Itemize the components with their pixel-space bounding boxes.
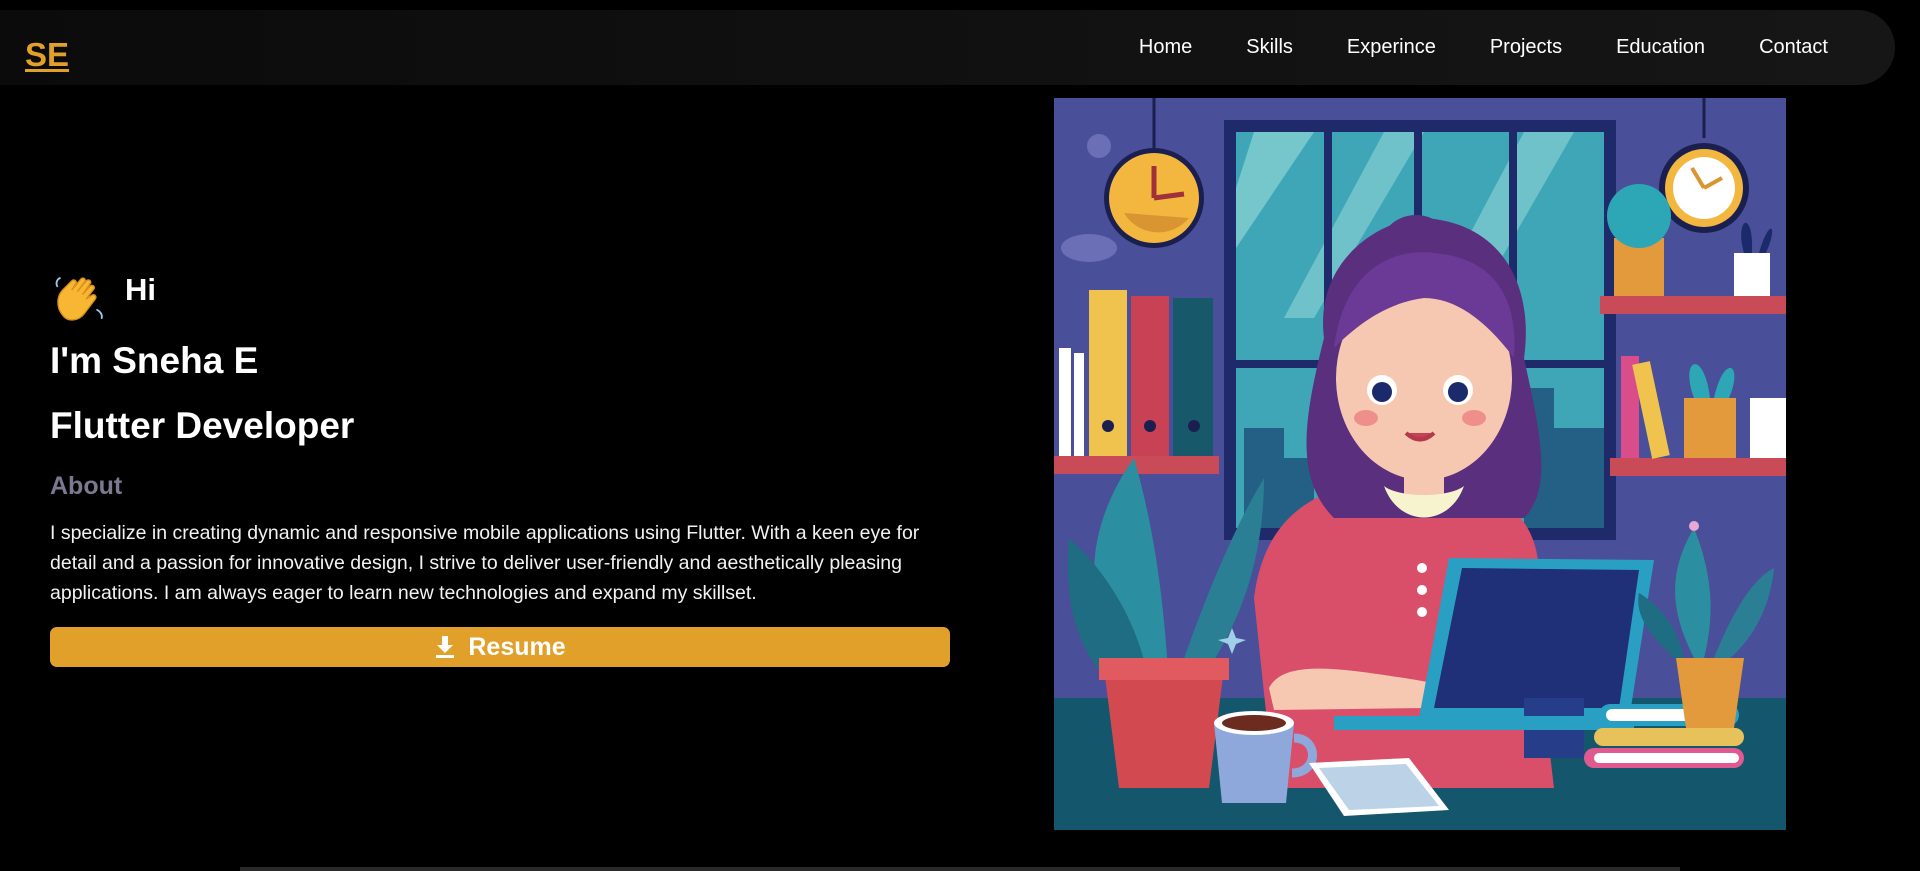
waving-hand-icon (55, 277, 103, 321)
download-icon (436, 636, 455, 658)
hero-illustration (1054, 98, 1786, 830)
greeting-text: Hi (125, 272, 156, 307)
nav-link-contact[interactable]: Contact (1732, 36, 1855, 59)
woman-at-desk-illustration (1054, 98, 1786, 830)
greeting-row (50, 270, 108, 328)
nav-links: Home Skills Experince Projects Education… (1112, 10, 1855, 85)
logo[interactable]: SE (25, 36, 69, 74)
nav-link-home[interactable]: Home (1112, 36, 1219, 59)
about-heading: About (50, 472, 123, 500)
nav-link-experience[interactable]: Experince (1320, 36, 1463, 59)
hero-role: Flutter Developer (50, 405, 355, 446)
resume-label: Resume (468, 632, 566, 661)
hero-name: I'm Sneha E (50, 340, 259, 381)
nav-link-skills[interactable]: Skills (1219, 36, 1320, 59)
section-divider (240, 867, 1680, 871)
resume-button[interactable]: Resume (50, 627, 950, 667)
about-paragraph: I specialize in creating dynamic and res… (50, 522, 920, 604)
top-navbar: SE Home Skills Experince Projects Educat… (0, 10, 1895, 85)
nav-link-projects[interactable]: Projects (1463, 36, 1589, 59)
nav-link-education[interactable]: Education (1589, 36, 1732, 59)
